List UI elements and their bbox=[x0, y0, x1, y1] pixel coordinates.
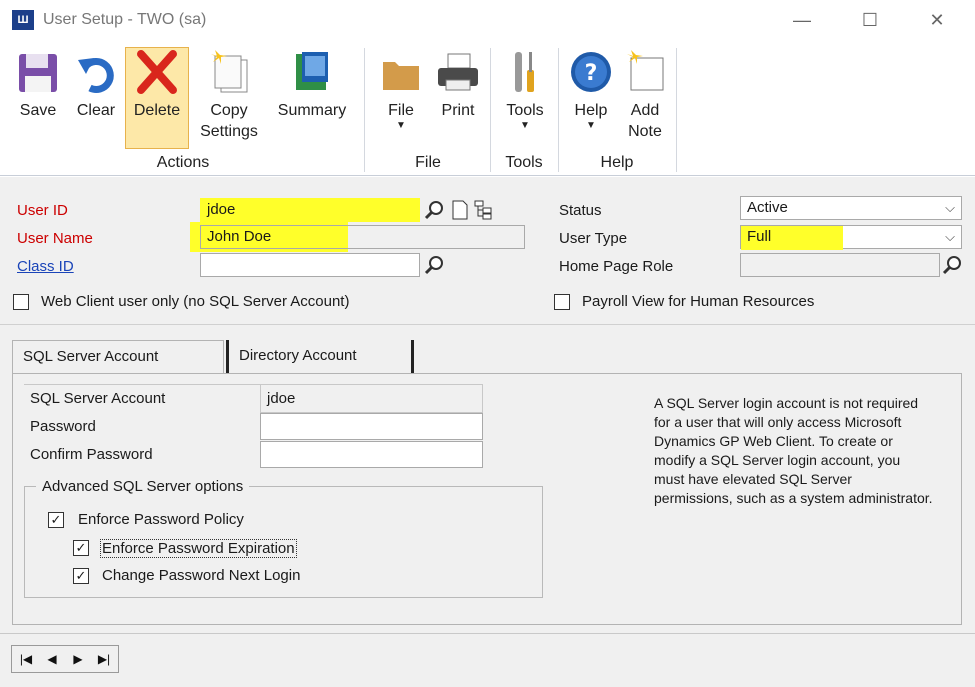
chevron-down-icon: ⌵ bbox=[945, 200, 955, 215]
chevron-down-icon: ▼ bbox=[520, 120, 530, 131]
tab-sql-server-account[interactable]: SQL Server Account bbox=[12, 340, 224, 374]
home-page-role-field[interactable] bbox=[740, 253, 940, 277]
tools-menu-button[interactable]: Tools ▼ bbox=[500, 48, 550, 131]
last-record-button[interactable]: ▶| bbox=[92, 646, 116, 672]
add-note-button[interactable]: Add Note bbox=[622, 48, 668, 142]
help-menu-button[interactable]: ? Help ▼ bbox=[566, 48, 616, 131]
ribbon-separator bbox=[558, 48, 559, 172]
sql-account-value: jdoe bbox=[260, 384, 483, 413]
summary-icon bbox=[290, 48, 334, 96]
folder-icon bbox=[379, 48, 423, 96]
sql-info-text: A SQL Server login account is not requir… bbox=[654, 395, 933, 506]
copy-settings-icon bbox=[207, 48, 251, 96]
enforce-policy-label: Enforce Password Policy bbox=[78, 511, 244, 528]
next-record-button[interactable]: ▶ bbox=[66, 646, 90, 672]
advanced-options-title: Advanced SQL Server options bbox=[36, 478, 250, 495]
class-id-link[interactable]: Class ID bbox=[17, 258, 74, 275]
group-label-tools: Tools bbox=[505, 154, 543, 171]
printer-icon bbox=[436, 48, 480, 96]
tools-label: Tools bbox=[506, 102, 544, 119]
password-label: Password bbox=[30, 418, 96, 435]
user-type-value: Full bbox=[747, 228, 772, 245]
group-label-file: File bbox=[415, 154, 441, 171]
file-label: File bbox=[388, 102, 414, 119]
title-bar: Ш User Setup - TWO (sa) — ☐ ✕ bbox=[0, 0, 975, 40]
svg-text:?: ? bbox=[585, 61, 598, 86]
divider bbox=[0, 324, 975, 325]
delete-label: Delete bbox=[133, 102, 181, 119]
user-type-label: User Type bbox=[559, 230, 628, 247]
group-label-help: Help bbox=[600, 154, 634, 171]
user-name-field[interactable]: John Doe bbox=[200, 225, 525, 249]
change-next-login-checkbox[interactable]: ✓ bbox=[73, 568, 89, 584]
first-record-button[interactable]: |◀ bbox=[14, 646, 38, 672]
user-id-field[interactable]: jdoe bbox=[200, 198, 420, 222]
print-label: Print bbox=[441, 102, 475, 119]
web-client-label: Web Client user only (no SQL Server Acco… bbox=[41, 293, 350, 310]
lookup-icon[interactable] bbox=[424, 255, 444, 275]
payroll-view-label: Payroll View for Human Resources bbox=[582, 293, 815, 310]
add-note-label: Add Note bbox=[628, 102, 662, 140]
payroll-view-checkbox[interactable] bbox=[554, 294, 570, 310]
help-label: Help bbox=[574, 102, 608, 119]
window-title: User Setup - TWO (sa) bbox=[43, 11, 207, 28]
summary-button[interactable]: Summary bbox=[270, 48, 354, 121]
class-id-field[interactable] bbox=[200, 253, 420, 277]
delete-button[interactable]: Delete bbox=[125, 47, 189, 149]
app-logo-icon: Ш bbox=[12, 10, 34, 30]
web-client-checkbox[interactable] bbox=[13, 294, 29, 310]
ribbon-separator bbox=[676, 48, 677, 172]
user-name-label: User Name bbox=[17, 230, 93, 247]
group-label-actions: Actions bbox=[156, 154, 210, 171]
copy-settings-button[interactable]: Copy Settings bbox=[196, 48, 262, 142]
enforce-policy-checkbox[interactable]: ✓ bbox=[48, 512, 64, 528]
delete-x-icon bbox=[135, 48, 179, 96]
enforce-expiration-checkbox[interactable]: ✓ bbox=[73, 540, 89, 556]
new-document-icon[interactable] bbox=[450, 200, 470, 220]
file-menu-button[interactable]: File ▼ bbox=[378, 48, 424, 131]
ribbon-separator bbox=[364, 48, 365, 172]
chevron-down-icon: ▼ bbox=[586, 120, 596, 131]
record-navigation: |◀ ◀ ▶ ▶| bbox=[11, 645, 119, 673]
close-button[interactable]: ✕ bbox=[914, 6, 960, 34]
help-icon: ? bbox=[569, 48, 613, 96]
chevron-down-icon: ▼ bbox=[396, 120, 406, 131]
summary-label: Summary bbox=[277, 102, 347, 119]
enforce-expiration-label: Enforce Password Expiration bbox=[100, 539, 297, 558]
clear-button[interactable]: Clear bbox=[72, 48, 120, 121]
lookup-icon[interactable] bbox=[942, 255, 962, 275]
copy-settings-label: Copy Settings bbox=[200, 102, 258, 140]
home-page-role-label: Home Page Role bbox=[559, 258, 674, 275]
save-icon bbox=[16, 48, 60, 96]
change-next-login-label: Change Password Next Login bbox=[102, 567, 301, 584]
hierarchy-icon[interactable] bbox=[474, 200, 494, 220]
tools-icon bbox=[503, 48, 547, 96]
sql-account-label: SQL Server Account bbox=[24, 384, 260, 412]
minimize-button[interactable]: — bbox=[779, 6, 825, 34]
ribbon-separator bbox=[490, 48, 491, 172]
status-value: Active bbox=[747, 199, 788, 216]
confirm-password-label: Confirm Password bbox=[30, 446, 153, 463]
previous-record-button[interactable]: ◀ bbox=[40, 646, 64, 672]
save-button[interactable]: Save bbox=[12, 48, 64, 121]
note-icon bbox=[623, 48, 667, 96]
confirm-password-field[interactable] bbox=[260, 441, 483, 468]
user-type-select[interactable]: Full ⌵ bbox=[740, 225, 962, 250]
lookup-icon[interactable] bbox=[424, 200, 444, 220]
chevron-down-icon: ⌵ bbox=[945, 229, 955, 244]
print-button[interactable]: Print bbox=[432, 48, 484, 121]
clear-label: Clear bbox=[76, 102, 116, 119]
save-label: Save bbox=[19, 102, 57, 119]
status-label: Status bbox=[559, 202, 602, 219]
maximize-button[interactable]: ☐ bbox=[847, 6, 893, 34]
ribbon-toolbar: Save Clear Delete Copy Settings Summary … bbox=[0, 40, 975, 176]
password-field[interactable] bbox=[260, 413, 483, 440]
user-id-label: User ID bbox=[17, 202, 68, 219]
undo-icon bbox=[74, 48, 118, 96]
footer-bar bbox=[0, 633, 975, 687]
status-select[interactable]: Active ⌵ bbox=[740, 196, 962, 220]
tab-directory-account[interactable]: Directory Account bbox=[226, 340, 414, 374]
